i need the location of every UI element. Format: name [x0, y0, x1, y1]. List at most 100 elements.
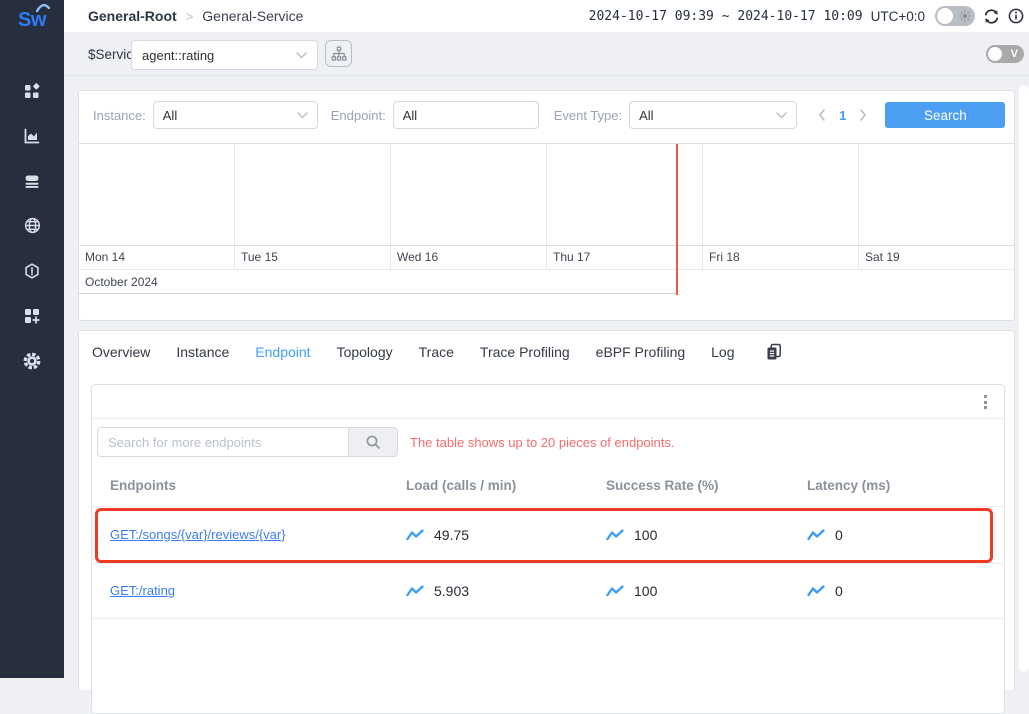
- scrollbar[interactable]: [1019, 85, 1029, 672]
- metric-value: 100: [634, 583, 657, 599]
- latency-cell: 0: [807, 527, 1004, 543]
- timeline-current-marker: [676, 144, 678, 295]
- copy-icon[interactable]: [765, 343, 783, 361]
- timeline-day-label: Thu 17: [547, 246, 703, 269]
- sidebar-item-settings[interactable]: [0, 338, 64, 383]
- service-select[interactable]: agent::rating: [131, 40, 318, 70]
- endpoint-link[interactable]: GET:/rating: [110, 583, 175, 598]
- load-cell: 5.903: [406, 583, 606, 599]
- bar-chart-icon: [24, 128, 40, 144]
- breadcrumb-current[interactable]: General-Service: [202, 8, 303, 24]
- column-header: Endpoints: [92, 478, 406, 493]
- sidebar-item-metrics[interactable]: [0, 113, 64, 158]
- sidebar-item-marketplace[interactable]: [0, 293, 64, 338]
- tab-topology[interactable]: Topology: [337, 344, 393, 360]
- info-icon[interactable]: [1008, 8, 1024, 24]
- timeline-month-row: October 2024: [79, 269, 1014, 294]
- dashboard-icon: [24, 83, 40, 99]
- table-row: GET:/rating 5.903 100 0: [92, 564, 1004, 619]
- toggle-knob: [988, 47, 1002, 61]
- chevron-down-icon: [776, 112, 787, 119]
- timeline-day-column: [703, 144, 859, 245]
- filter-row: Instance: All Endpoint: Event Type: All …: [79, 101, 1014, 129]
- skywalking-logo[interactable]: Sw: [0, 0, 64, 40]
- globe-icon: [24, 217, 41, 234]
- tab-endpoint[interactable]: Endpoint: [255, 344, 310, 360]
- tab-instance[interactable]: Instance: [176, 344, 229, 360]
- timeline-day-label: Sat 19: [859, 246, 1014, 269]
- timeline-day-labels: Mon 14Tue 15Wed 16Thu 17Fri 18Sat 19: [79, 245, 1014, 269]
- metric-value: 5.903: [434, 583, 469, 599]
- tab-log[interactable]: Log: [711, 344, 734, 360]
- chevron-down-icon: [296, 52, 307, 59]
- sidebar: Sw: [0, 0, 64, 678]
- timezone[interactable]: UTC+0:0: [871, 9, 925, 24]
- breadcrumb-root[interactable]: General-Root: [88, 8, 177, 24]
- endpoint-search-input[interactable]: [97, 427, 348, 457]
- theme-toggle[interactable]: [935, 6, 975, 26]
- endpoint-search-button[interactable]: [348, 427, 398, 457]
- timeline-chart[interactable]: Mon 14Tue 15Wed 16Thu 17Fri 18Sat 19 Oct…: [79, 143, 1014, 294]
- prev-page-icon[interactable]: [818, 109, 826, 121]
- tab-trace[interactable]: Trace: [419, 344, 454, 360]
- timeline-day-label: Wed 16: [391, 246, 547, 269]
- gear-icon: [23, 352, 41, 370]
- table-header: EndpointsLoad (calls / min)Success Rate …: [92, 465, 1004, 507]
- tab-trace-profiling[interactable]: Trace Profiling: [480, 344, 570, 360]
- grid-plus-icon: [24, 308, 40, 324]
- kebab-menu-icon[interactable]: [976, 392, 994, 412]
- tab-overview[interactable]: Overview: [92, 344, 150, 360]
- tabs-row: Overview Instance Endpoint Topology Trace Tra…: [79, 331, 1014, 373]
- sidebar-item-network[interactable]: [0, 203, 64, 248]
- sitemap-icon: [331, 46, 347, 62]
- endpoint-link[interactable]: GET:/songs/{var}/reviews/{var}: [110, 527, 286, 542]
- sun-icon: [959, 10, 971, 22]
- sidebar-nav: [0, 68, 64, 383]
- top-header: General-Root > General-Service 2024-10-1…: [64, 0, 1029, 33]
- timeline-plot-area: [79, 144, 1014, 245]
- success-rate-cell: 100: [606, 527, 807, 543]
- timeline-day-column: [391, 144, 547, 245]
- table-body: GET:/songs/{var}/reviews/{var}49.751000G…: [92, 507, 1004, 619]
- service-topology-button[interactable]: [325, 40, 352, 67]
- success-rate-cell: 100: [606, 583, 807, 599]
- page-number: 1: [839, 108, 846, 123]
- sidebar-item-database[interactable]: [0, 158, 64, 203]
- pagination: 1: [818, 108, 867, 123]
- table-row: GET:/songs/{var}/reviews/{var} 49.75 100 0: [92, 507, 1004, 564]
- trend-line-icon: [606, 584, 624, 598]
- instance-select[interactable]: All: [153, 101, 318, 129]
- search-icon: [365, 434, 381, 450]
- next-page-icon[interactable]: [859, 109, 867, 121]
- alert-hexagon-icon: [24, 263, 40, 279]
- metric-value: 0: [835, 527, 843, 543]
- metric-value: 100: [634, 527, 657, 543]
- service-bar: $Service agent::rating V: [64, 33, 1029, 76]
- column-header: Success Rate (%): [606, 478, 807, 493]
- timeline-day-label: Fri 18: [703, 246, 859, 269]
- toggle-knob: [937, 8, 953, 24]
- search-button[interactable]: Search: [885, 102, 1005, 128]
- sidebar-item-dashboard[interactable]: [0, 68, 64, 113]
- version-toggle[interactable]: V: [986, 45, 1024, 63]
- metric-value: 49.75: [434, 527, 469, 543]
- event-type-select[interactable]: All: [629, 101, 797, 129]
- endpoint-filter-input[interactable]: [393, 101, 539, 129]
- event-type-label: Event Type:: [554, 108, 622, 123]
- service-detail-panel: Overview Instance Endpoint Topology Trace Tra…: [78, 330, 1015, 690]
- timeline-baseline: [79, 293, 677, 294]
- endpoints-card: The table shows up to 20 pieces of endpo…: [91, 384, 1005, 714]
- instance-label: Instance:: [93, 108, 146, 123]
- table-limit-notice: The table shows up to 20 pieces of endpo…: [410, 435, 675, 450]
- sidebar-item-alerting[interactable]: [0, 248, 64, 293]
- endpoint-label: Endpoint:: [331, 108, 386, 123]
- latency-cell: 0: [807, 583, 1004, 599]
- card-header-strip: [92, 385, 1004, 419]
- refresh-icon[interactable]: [983, 8, 1000, 25]
- tab-ebpf-profiling[interactable]: eBPF Profiling: [596, 344, 685, 360]
- time-range[interactable]: 2024-10-17 09:39 ~ 2024-10-17 10:09: [589, 9, 863, 24]
- timeline-day-column: [859, 144, 1014, 245]
- trend-line-icon: [807, 528, 825, 542]
- version-toggle-label: V: [1011, 48, 1018, 60]
- trend-line-icon: [606, 528, 624, 542]
